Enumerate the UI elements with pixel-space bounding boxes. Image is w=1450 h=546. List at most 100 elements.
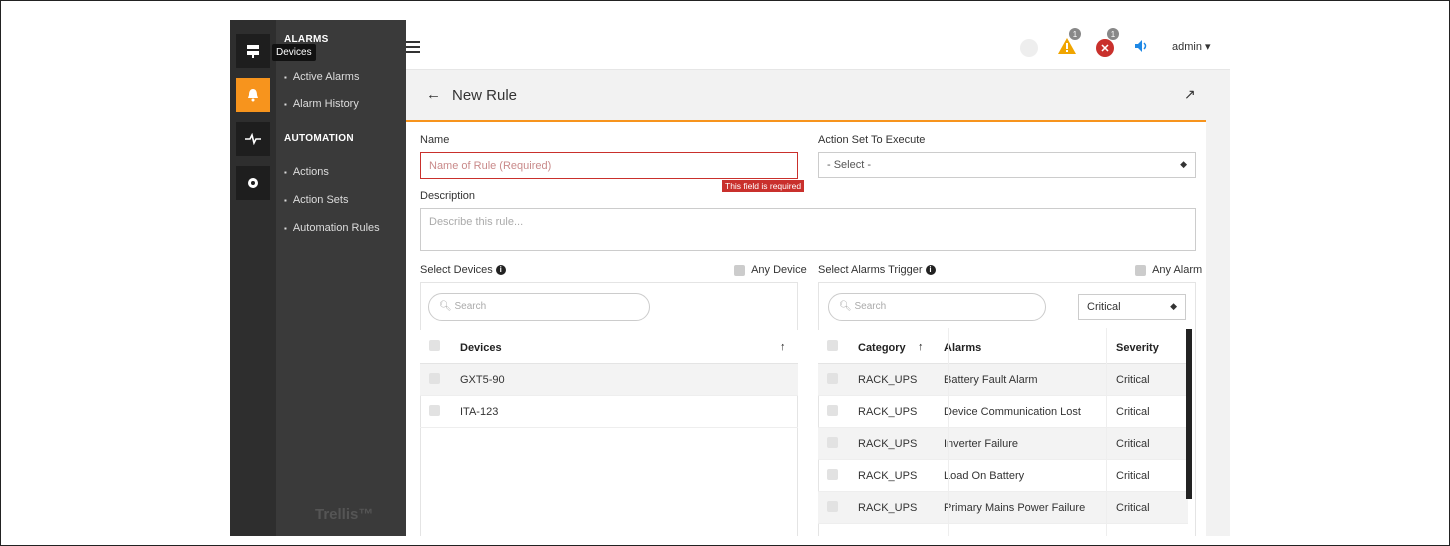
rule-form-card: Name Name of Rule (Required) This field … — [406, 120, 1206, 536]
select-alarms-text: Select Alarms Trigger — [818, 264, 923, 276]
nav-alarm-history[interactable]: Alarm History — [284, 98, 359, 110]
gear-icon[interactable] — [236, 166, 270, 200]
name-error-message: This field is required — [722, 180, 805, 192]
back-arrow-icon[interactable]: ← — [426, 86, 441, 103]
action-set-value: - Select - — [827, 159, 872, 171]
device-search-placeholder: Search — [454, 301, 487, 312]
select-devices-text: Select Devices — [420, 264, 493, 276]
brand-logo: Trellis™ — [315, 506, 374, 523]
alarm-severity: Critical — [1116, 438, 1150, 450]
info-status-icon[interactable] — [1020, 39, 1038, 57]
devices-sort-icon[interactable]: ↑ — [780, 341, 786, 353]
alarm-severity: Critical — [1116, 470, 1150, 482]
alarm-severity: Critical — [1116, 502, 1150, 514]
alarms-scrollbar[interactable] — [1186, 329, 1192, 499]
table-row[interactable]: ITA-123 — [420, 396, 798, 428]
alarm-category: RACK_UPS — [858, 374, 918, 386]
table-row[interactable]: RACK_UPS Inverter Failure Critical — [818, 428, 1188, 460]
row-checkbox[interactable] — [429, 405, 440, 416]
table-row[interactable]: RACK_UPS Load On Battery Critical — [818, 460, 1188, 492]
severity-filter-select[interactable]: Critical ◆ — [1078, 294, 1186, 320]
any-device-label: Any Device — [751, 264, 807, 276]
automation-section-header: AUTOMATION — [284, 133, 354, 144]
devices-tooltip: Devices — [272, 44, 316, 61]
table-row[interactable]: RACK_UPS Primary Mains Power Failure Cri… — [818, 492, 1188, 524]
alarm-name: Primary Mains Power Failure — [944, 502, 1086, 514]
column-divider — [948, 328, 949, 536]
alarm-search-placeholder: Search — [854, 301, 887, 312]
alarm-name: Inverter Failure — [944, 438, 1018, 450]
nav-automation-rules[interactable]: Automation Rules — [284, 222, 380, 234]
row-checkbox[interactable] — [827, 469, 838, 480]
icon-rail: Devices — [230, 20, 316, 536]
top-bar: 1 ✕ 1 admin ▾ — [406, 20, 1230, 70]
device-name: GXT5-90 — [460, 374, 505, 386]
description-label: Description — [420, 190, 476, 202]
alarm-category: RACK_UPS — [858, 406, 918, 418]
warning-icon[interactable] — [1057, 37, 1077, 58]
devices-select-all-checkbox[interactable] — [429, 340, 440, 351]
app-window: Devices ALARMS Active Alarms Alarm Histo… — [230, 20, 1230, 536]
info-icon: i — [925, 265, 936, 276]
devices-column-header[interactable]: Devices — [460, 342, 502, 354]
any-alarm-toggle[interactable]: Any Alarm — [1135, 264, 1202, 276]
sound-icon[interactable] — [1134, 39, 1150, 56]
row-checkbox[interactable] — [827, 437, 838, 448]
nav-active-alarms[interactable]: Active Alarms — [284, 71, 360, 83]
info-icon: i — [495, 265, 506, 276]
row-checkbox[interactable] — [827, 501, 838, 512]
action-set-select[interactable]: - Select - ◆ — [818, 152, 1196, 178]
any-alarm-label: Any Alarm — [1152, 264, 1203, 276]
column-divider — [1106, 328, 1107, 536]
alarm-search-input[interactable]: 🔍︎ Search — [828, 293, 1046, 321]
row-checkbox[interactable] — [827, 373, 838, 384]
page-title: New Rule — [452, 87, 518, 104]
hamburger-icon[interactable] — [406, 37, 420, 58]
any-alarm-checkbox[interactable] — [1135, 264, 1146, 276]
select-devices-label: Select Devices i — [420, 264, 506, 276]
select-caret-icon: ◆ — [1180, 159, 1187, 169]
category-sort-icon[interactable]: ↑ — [918, 341, 924, 353]
device-search-input[interactable]: 🔍︎ Search — [428, 293, 650, 321]
search-icon: 🔍︎ — [839, 301, 852, 312]
select-alarms-label: Select Alarms Trigger i — [818, 264, 936, 276]
table-row[interactable]: RACK_UPS Battery Fault Alarm Critical — [818, 364, 1188, 396]
nav-action-sets[interactable]: Action Sets — [284, 194, 349, 206]
alarms-column-header[interactable]: Alarms — [944, 342, 981, 354]
alarm-name: Load On Battery — [944, 470, 1025, 482]
select-caret-icon: ◆ — [1170, 301, 1177, 311]
description-textarea[interactable]: Describe this rule... — [420, 208, 1196, 251]
alarm-category: RACK_UPS — [858, 438, 918, 450]
alarm-severity: Critical — [1116, 406, 1150, 418]
alarms-select-all-checkbox[interactable] — [827, 340, 838, 351]
any-device-toggle[interactable]: Any Device — [734, 264, 807, 276]
pulse-icon[interactable] — [236, 122, 270, 156]
severity-filter-value: Critical — [1087, 301, 1121, 313]
row-checkbox[interactable] — [827, 405, 838, 416]
alarm-name: Device Communication Lost — [944, 406, 1081, 418]
row-checkbox[interactable] — [429, 373, 440, 384]
nav-actions[interactable]: Actions — [284, 166, 329, 178]
table-row[interactable]: RACK_UPS Device Communication Lost Criti… — [818, 396, 1188, 428]
alarm-category: RACK_UPS — [858, 502, 918, 514]
rule-name-input[interactable]: Name of Rule (Required) — [420, 152, 798, 179]
severity-column-header[interactable]: Severity — [1116, 342, 1159, 354]
name-label: Name — [420, 134, 450, 146]
user-menu[interactable]: admin ▾ — [1172, 40, 1211, 53]
any-device-checkbox[interactable] — [734, 264, 745, 276]
alarm-icon[interactable] — [236, 78, 270, 112]
table-row[interactable]: GXT5-90 — [420, 364, 798, 396]
alarm-name: Battery Fault Alarm — [944, 374, 1038, 386]
alarm-category: RACK_UPS — [858, 470, 918, 482]
devices-icon[interactable] — [236, 34, 270, 68]
device-name: ITA-123 — [460, 406, 499, 418]
error-count-badge: 1 — [1107, 28, 1119, 40]
warning-count-badge: 1 — [1069, 28, 1081, 40]
search-icon: 🔍︎ — [439, 301, 452, 312]
action-set-label: Action Set To Execute — [818, 134, 926, 146]
error-icon[interactable]: ✕ — [1096, 39, 1114, 57]
alarm-severity: Critical — [1116, 374, 1150, 386]
expand-icon[interactable]: ↗ — [1184, 86, 1196, 103]
sub-sidebar: ALARMS Active Alarms Alarm History AUTOM… — [276, 20, 406, 536]
category-column-header[interactable]: Category — [858, 342, 906, 354]
